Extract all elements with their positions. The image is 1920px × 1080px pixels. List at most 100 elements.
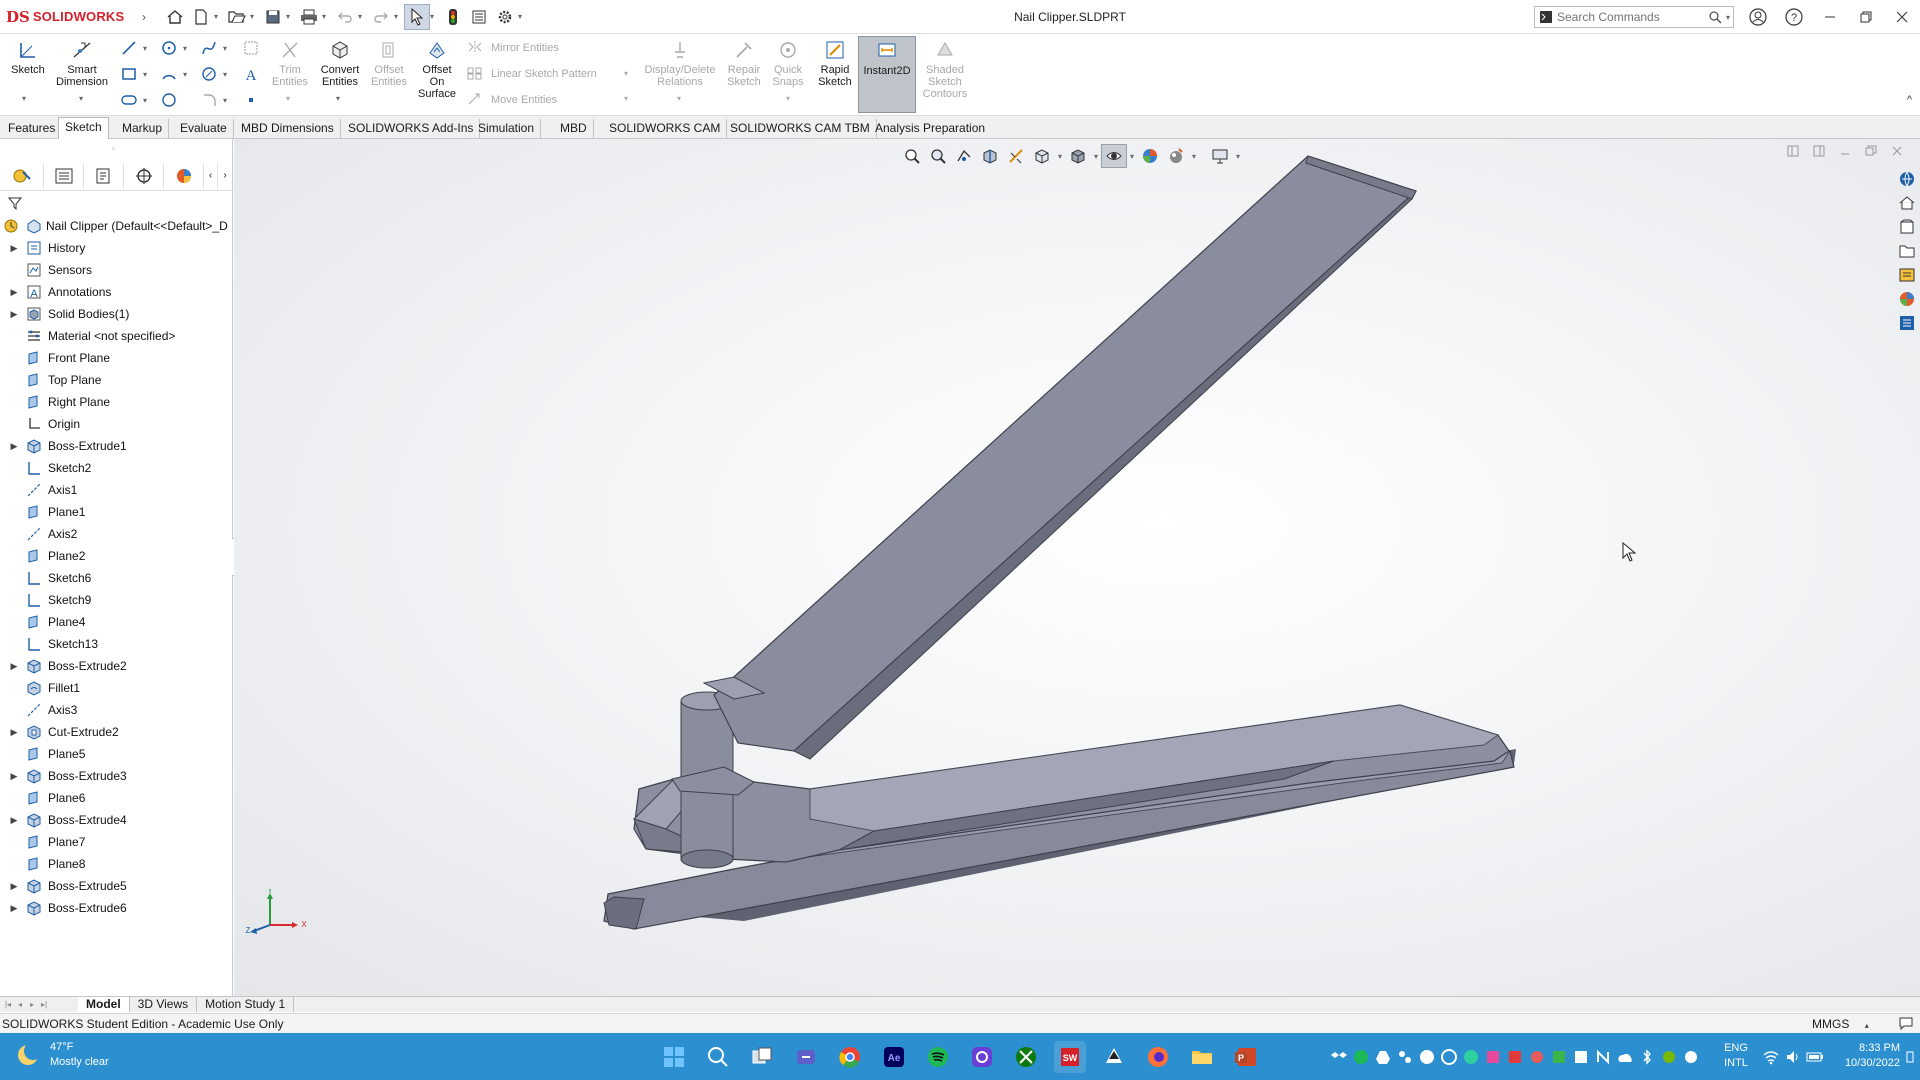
save-dropdown-icon[interactable]: ▾ [286, 12, 296, 21]
move-entities-button[interactable]: Move Entities [465, 89, 557, 111]
select-dropdown-icon[interactable]: ▾ [430, 12, 440, 21]
tray-bluetooth-icon[interactable] [1638, 1048, 1656, 1066]
text-icon[interactable]: A [240, 64, 262, 84]
dimension-dropdown-icon[interactable]: ▾ [79, 94, 83, 103]
teams-chat-icon[interactable] [790, 1041, 822, 1073]
language-indicator[interactable]: ENG INTL [1718, 1041, 1754, 1071]
arc-dropdown-icon[interactable]: ▾ [180, 64, 190, 84]
line-dropdown-icon[interactable]: ▾ [140, 38, 150, 58]
select-pointer-icon[interactable] [404, 3, 430, 30]
tree-item[interactable]: ▶ Boss-Extrude5 [0, 875, 233, 897]
wifi-icon[interactable] [1762, 1048, 1780, 1066]
offset-on-surface-button[interactable]: Offset On Surface [414, 38, 460, 100]
minimize-icon[interactable] [1812, 0, 1848, 34]
ellipse-icon[interactable] [158, 90, 180, 110]
tab-motion-study-1[interactable]: Motion Study 1 [197, 997, 295, 1012]
status-message-icon[interactable] [1898, 1016, 1914, 1033]
spline-icon[interactable] [198, 38, 220, 58]
search-commands[interactable]: ▾ [1534, 6, 1734, 28]
battery-icon[interactable] [1806, 1048, 1824, 1066]
circle-dropdown-icon[interactable]: ▾ [180, 38, 190, 58]
slot-icon[interactable] [118, 90, 140, 110]
tab-evaluate[interactable]: Evaluate [174, 119, 234, 138]
point-icon[interactable] [240, 90, 262, 110]
sketch-button[interactable]: Sketch [8, 38, 48, 76]
trim-entities-button[interactable]: Trim Entities [268, 38, 312, 88]
clock[interactable]: 8:33 PM 10/30/2022 [1832, 1041, 1900, 1071]
pattern-dropdown-icon[interactable]: ▾ [624, 69, 628, 78]
tray-onedrive-icon[interactable] [1616, 1048, 1634, 1066]
options-dropdown-icon[interactable]: ▾ [518, 12, 528, 21]
tray-app-a-icon[interactable] [1484, 1048, 1502, 1066]
open-folder-icon[interactable] [224, 4, 250, 30]
tree-item[interactable]: Plane6 [0, 787, 233, 809]
collapse-ribbon-icon[interactable]: ^ [1907, 94, 1912, 106]
rectangle-icon[interactable] [118, 64, 140, 84]
new-document-icon[interactable] [188, 4, 214, 30]
print-dropdown-icon[interactable]: ▾ [322, 12, 332, 21]
tree-item[interactable]: Plane8 [0, 853, 233, 875]
move-dropdown-icon[interactable]: ▾ [624, 94, 628, 103]
tree-item[interactable]: Material <not specified> [0, 325, 233, 347]
solidworks-taskbar-icon[interactable]: SW [1054, 1041, 1086, 1073]
save-icon[interactable] [260, 4, 286, 30]
shaded-sketch-contours-button[interactable]: Shaded Sketch Contours [920, 38, 970, 100]
tree-item[interactable]: ▶ Boss-Extrude3 [0, 765, 233, 787]
notifications-icon[interactable] [1904, 1048, 1916, 1066]
nail-clipper-model[interactable] [234, 139, 1920, 996]
circle-icon[interactable] [158, 38, 180, 58]
tab-next-icon[interactable]: ▸ [26, 1000, 38, 1009]
tree-item[interactable]: ▶ Boss-Extrude2 [0, 655, 233, 677]
rebuild-traffic-light-icon[interactable] [440, 4, 466, 30]
windows-start-icon[interactable] [658, 1041, 690, 1073]
sketch-picture-icon[interactable] [240, 38, 262, 58]
tab-analysis-preparation[interactable]: Analysis Preparation [869, 119, 991, 138]
tray-app-b-icon[interactable] [1506, 1048, 1524, 1066]
after-effects-icon[interactable]: Ae [878, 1041, 910, 1073]
tree-item[interactable]: Top Plane [0, 369, 233, 391]
file-properties-icon[interactable] [466, 4, 492, 30]
inkscape-icon[interactable] [1098, 1041, 1130, 1073]
panel-splitter-icon[interactable]: ◦ [112, 144, 115, 153]
tray-app-d-icon[interactable] [1550, 1048, 1568, 1066]
undo-icon[interactable] [332, 4, 358, 30]
tree-item[interactable]: Sensors [0, 259, 233, 281]
quick-snaps-button[interactable]: Quick Snaps [768, 38, 808, 88]
task-view-icon[interactable] [746, 1041, 778, 1073]
graphics-area[interactable]: ▾ ▾ ▾ ▾ ▾ Y X Z [234, 139, 1920, 996]
tab-last-icon[interactable]: ▸| [38, 1000, 50, 1009]
tree-item[interactable]: Origin [0, 413, 233, 435]
convert-entities-button[interactable]: Convert Entities [316, 38, 364, 88]
expand-arrow-icon[interactable]: ▶ [8, 771, 20, 782]
taskbar-search-icon[interactable] [702, 1041, 734, 1073]
options-gear-icon[interactable] [492, 4, 518, 30]
tab-3d-views[interactable]: 3D Views [130, 997, 198, 1012]
spotify-icon[interactable] [922, 1041, 954, 1073]
tree-item[interactable]: ▶ Boss-Extrude1 [0, 435, 233, 457]
feature-manager-tab-icon[interactable] [44, 162, 84, 189]
fillet-dropdown-icon[interactable]: ▾ [220, 90, 230, 110]
tray-discord-icon[interactable] [1418, 1048, 1436, 1066]
offset-entities-button[interactable]: Offset Entities [366, 38, 412, 88]
tab-sketch[interactable]: Sketch [58, 117, 109, 139]
tab-markup[interactable]: Markup [116, 119, 170, 138]
tree-item[interactable]: Plane1 [0, 501, 233, 523]
tree-item[interactable]: ▶ Boss-Extrude6 [0, 897, 233, 919]
sketch-dropdown-icon[interactable]: ▾ [22, 94, 26, 103]
repair-sketch-button[interactable]: Repair Sketch [724, 38, 764, 88]
menu-expand-arrow-icon[interactable]: › [136, 10, 152, 24]
tray-drive-icon[interactable] [1374, 1048, 1392, 1066]
tree-item[interactable]: Sketch9 [0, 589, 233, 611]
search-icon[interactable] [1709, 10, 1722, 24]
oculus-app-icon[interactable] [966, 1041, 998, 1073]
tab-prev-icon[interactable]: ◂ [14, 1000, 26, 1009]
convert-dropdown-icon[interactable]: ▾ [336, 94, 340, 103]
relations-dropdown-icon[interactable]: ▾ [677, 94, 681, 103]
arc-icon[interactable] [158, 64, 180, 84]
tree-item[interactable]: Sketch13 [0, 633, 233, 655]
tree-item[interactable]: ▶ Cut-Extrude2 [0, 721, 233, 743]
smart-dimension-button[interactable]: Smart Dimension [52, 38, 112, 88]
tray-edge-icon[interactable] [1462, 1048, 1480, 1066]
chrome-icon[interactable] [834, 1041, 866, 1073]
slot-dropdown-icon[interactable]: ▾ [140, 90, 150, 110]
